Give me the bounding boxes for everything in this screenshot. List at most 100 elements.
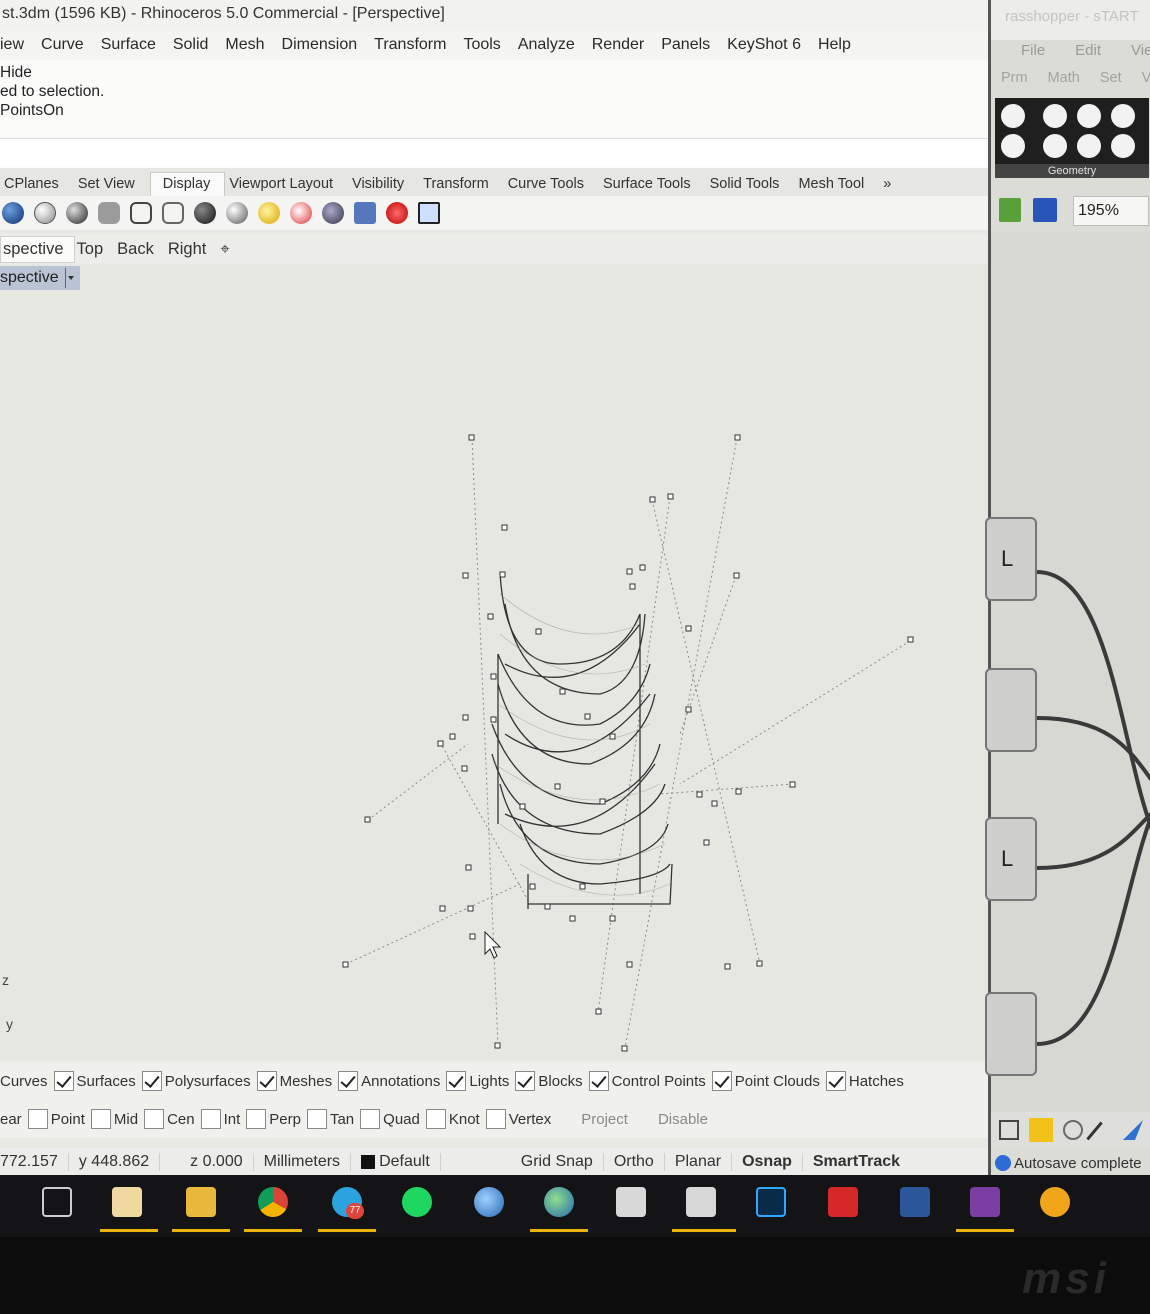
- vp-tab-top[interactable]: Top: [75, 237, 116, 262]
- checkbox[interactable]: [144, 1109, 165, 1129]
- material-icon[interactable]: [322, 202, 344, 224]
- filter-surfaces[interactable]: Surfaces: [53, 1071, 136, 1091]
- gh-preview-icon[interactable]: [1029, 1118, 1053, 1142]
- earth-icon[interactable]: [474, 1187, 504, 1217]
- gh-download-icon[interactable]: [999, 1120, 1019, 1140]
- gh-tab-sets[interactable]: Set: [1100, 70, 1122, 96]
- gh-node[interactable]: L: [985, 517, 1037, 601]
- menu-solid[interactable]: Solid: [173, 36, 209, 54]
- menu-mesh[interactable]: Mesh: [225, 36, 264, 54]
- vp-tab-perspective[interactable]: spective: [0, 235, 75, 263]
- tab-solid-tools[interactable]: Solid Tools: [706, 176, 795, 196]
- filter-hatches[interactable]: Hatches: [825, 1071, 904, 1091]
- checkbox[interactable]: [246, 1109, 267, 1129]
- gh-open-icon[interactable]: [999, 198, 1021, 222]
- tab-overflow[interactable]: »: [879, 176, 906, 196]
- geometry-component-icon[interactable]: [1043, 134, 1067, 158]
- filter-curves[interactable]: Curves: [0, 1073, 48, 1090]
- checkbox[interactable]: [53, 1071, 74, 1091]
- osnap-tan[interactable]: Tan: [306, 1109, 354, 1129]
- app-icon[interactable]: [1040, 1187, 1070, 1217]
- osnap-near[interactable]: ear: [0, 1111, 22, 1128]
- gh-sketch-icon[interactable]: [1063, 1120, 1083, 1140]
- checkbox[interactable]: [200, 1109, 221, 1129]
- osnap-mid[interactable]: Mid: [90, 1109, 138, 1129]
- gh-tab-math[interactable]: Math: [1048, 70, 1080, 96]
- menu-panels[interactable]: Panels: [661, 36, 710, 54]
- menu-tools[interactable]: Tools: [463, 36, 500, 54]
- vp-tab-back[interactable]: Back: [115, 237, 166, 262]
- ghosted-viewport-icon[interactable]: [98, 202, 120, 224]
- osnap-knot[interactable]: Knot: [425, 1109, 480, 1129]
- environment-icon[interactable]: [290, 202, 312, 224]
- light-icon[interactable]: [258, 202, 280, 224]
- tab-transform[interactable]: Transform: [419, 176, 504, 196]
- photoshop-icon[interactable]: [756, 1187, 786, 1217]
- status-osnap[interactable]: Osnap: [732, 1153, 803, 1171]
- perspective-viewport[interactable]: z y: [0, 264, 988, 1060]
- osnap-perp[interactable]: Perp: [246, 1109, 301, 1129]
- menu-curve[interactable]: Curve: [41, 36, 84, 54]
- checkbox[interactable]: [360, 1109, 381, 1129]
- rendered-viewport-icon[interactable]: [66, 202, 88, 224]
- geometry-component-icon[interactable]: [1077, 104, 1101, 128]
- status-ortho[interactable]: Ortho: [604, 1153, 665, 1171]
- shaded-viewport-icon[interactable]: [2, 202, 24, 224]
- xray-viewport-icon[interactable]: [130, 202, 152, 224]
- acrobat-icon[interactable]: [828, 1187, 858, 1217]
- globe-icon[interactable]: [544, 1187, 574, 1217]
- rhino-icon[interactable]: [686, 1187, 716, 1217]
- menu-keyshot[interactable]: KeyShot 6: [727, 36, 801, 54]
- tab-surface-tools[interactable]: Surface Tools: [599, 176, 706, 196]
- gh-arrow-icon[interactable]: [1123, 1120, 1143, 1140]
- gh-pen-icon[interactable]: [1086, 1121, 1103, 1141]
- checkbox[interactable]: [485, 1109, 506, 1129]
- filter-polysurfaces[interactable]: Polysurfaces: [141, 1071, 251, 1091]
- checkbox[interactable]: [711, 1071, 732, 1091]
- checkbox[interactable]: [338, 1071, 359, 1091]
- command-input[interactable]: [0, 138, 988, 167]
- task-view-icon[interactable]: [42, 1187, 72, 1217]
- render-preview-icon[interactable]: [194, 202, 216, 224]
- menu-dimension[interactable]: Dimension: [282, 36, 358, 54]
- tab-cplanes[interactable]: CPlanes: [0, 176, 74, 196]
- gh-save-icon[interactable]: [1033, 198, 1057, 222]
- sphere-icon[interactable]: [226, 202, 248, 224]
- osnap-quad[interactable]: Quad: [360, 1109, 420, 1129]
- tab-visibility[interactable]: Visibility: [348, 176, 419, 196]
- chevron-down-icon[interactable]: [64, 268, 76, 288]
- chrome-icon[interactable]: [258, 1187, 288, 1217]
- osnap-point[interactable]: Point: [27, 1109, 85, 1129]
- checkbox[interactable]: [141, 1071, 162, 1091]
- geometry-component-icon[interactable]: [1111, 104, 1135, 128]
- grasshopper-canvas[interactable]: L L: [985, 232, 1150, 1112]
- monitor-icon[interactable]: [418, 202, 440, 224]
- spotify-icon[interactable]: [402, 1187, 432, 1217]
- winrar-icon[interactable]: [970, 1187, 1000, 1217]
- checkbox[interactable]: [515, 1071, 536, 1091]
- checkbox[interactable]: [27, 1109, 48, 1129]
- gh-zoom-field[interactable]: 195%: [1073, 196, 1149, 226]
- menu-help[interactable]: Help: [818, 36, 851, 54]
- tab-curve-tools[interactable]: Curve Tools: [504, 176, 599, 196]
- geometry-component-icon[interactable]: [1001, 104, 1025, 128]
- checkbox[interactable]: [306, 1109, 327, 1129]
- checkbox[interactable]: [256, 1071, 277, 1091]
- vp-tab-right[interactable]: Right: [166, 237, 219, 262]
- gh-menu-edit[interactable]: Edit: [1075, 42, 1101, 68]
- disable-icon[interactable]: [386, 202, 408, 224]
- checkbox[interactable]: [588, 1071, 609, 1091]
- status-layer[interactable]: Default: [351, 1153, 441, 1171]
- gh-tab-vector[interactable]: V: [1142, 70, 1150, 96]
- filter-point-clouds[interactable]: Point Clouds: [711, 1071, 820, 1091]
- status-smarttrack[interactable]: SmartTrack: [803, 1153, 910, 1171]
- camera-icon[interactable]: [354, 202, 376, 224]
- filter-annotations[interactable]: Annotations: [338, 1071, 440, 1091]
- filter-meshes[interactable]: Meshes: [256, 1071, 332, 1091]
- gh-menu-view[interactable]: View: [1131, 42, 1150, 68]
- tab-viewport-layout[interactable]: Viewport Layout: [225, 176, 348, 196]
- gh-tab-params[interactable]: Prm: [1001, 70, 1028, 96]
- tab-set-view[interactable]: Set View: [74, 176, 150, 196]
- filter-control-points[interactable]: Control Points: [588, 1071, 706, 1091]
- wireframe-viewport-icon[interactable]: [34, 202, 56, 224]
